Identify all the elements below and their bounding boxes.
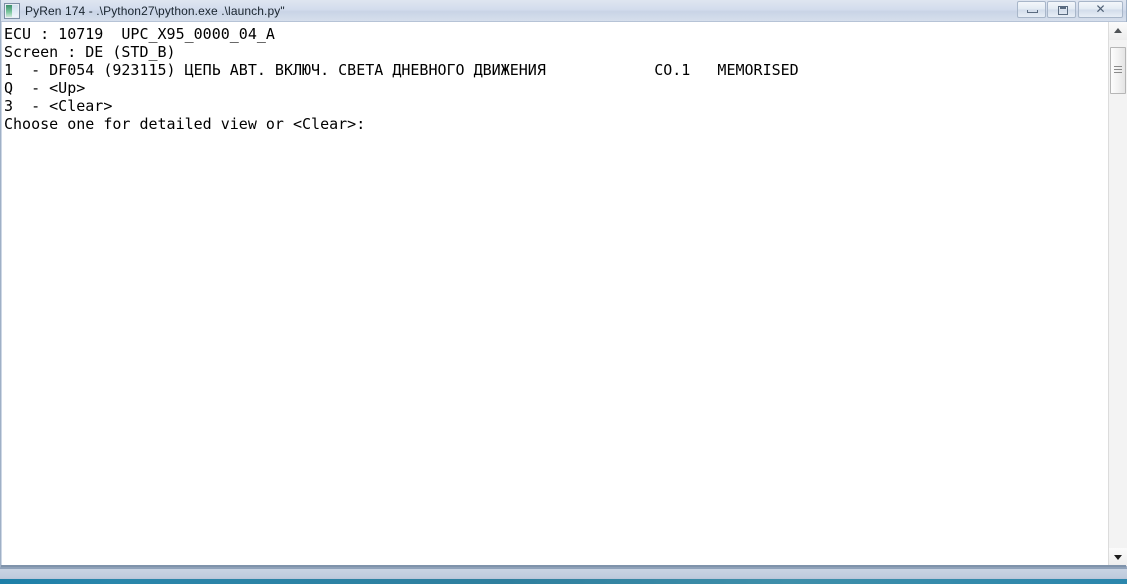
maximize-icon (1058, 6, 1068, 15)
window-controls: ✕ (1016, 1, 1123, 18)
minimize-icon (1027, 10, 1038, 13)
title-bar[interactable]: PyRen 174 - .\Python27\python.exe .\laun… (1, 0, 1126, 22)
maximize-button[interactable] (1047, 1, 1076, 18)
console-output-area[interactable]: ECU : 10719 UPC_X95_0000_04_A Screen : D… (2, 22, 1108, 566)
window-title: PyRen 174 - .\Python27\python.exe .\laun… (25, 3, 285, 18)
taskbar-accent-strip (0, 579, 1127, 584)
scroll-thumb-grip (1114, 65, 1122, 76)
scroll-thumb[interactable] (1110, 47, 1126, 94)
console-text: ECU : 10719 UPC_X95_0000_04_A Screen : D… (4, 25, 799, 133)
client-area: ECU : 10719 UPC_X95_0000_04_A Screen : D… (2, 22, 1127, 566)
window-bottom-edge (1, 565, 1126, 567)
console-window: PyRen 174 - .\Python27\python.exe .\laun… (0, 0, 1127, 568)
minimize-button[interactable] (1017, 1, 1046, 18)
scroll-down-arrow[interactable] (1109, 548, 1127, 566)
scroll-up-arrow[interactable] (1109, 22, 1127, 40)
vertical-scrollbar[interactable] (1108, 22, 1127, 566)
close-button[interactable]: ✕ (1078, 1, 1123, 18)
taskbar[interactable] (0, 568, 1127, 584)
close-icon: ✕ (1095, 2, 1106, 16)
scrollbar-track[interactable] (1109, 40, 1127, 548)
python-console-icon (4, 2, 20, 19)
